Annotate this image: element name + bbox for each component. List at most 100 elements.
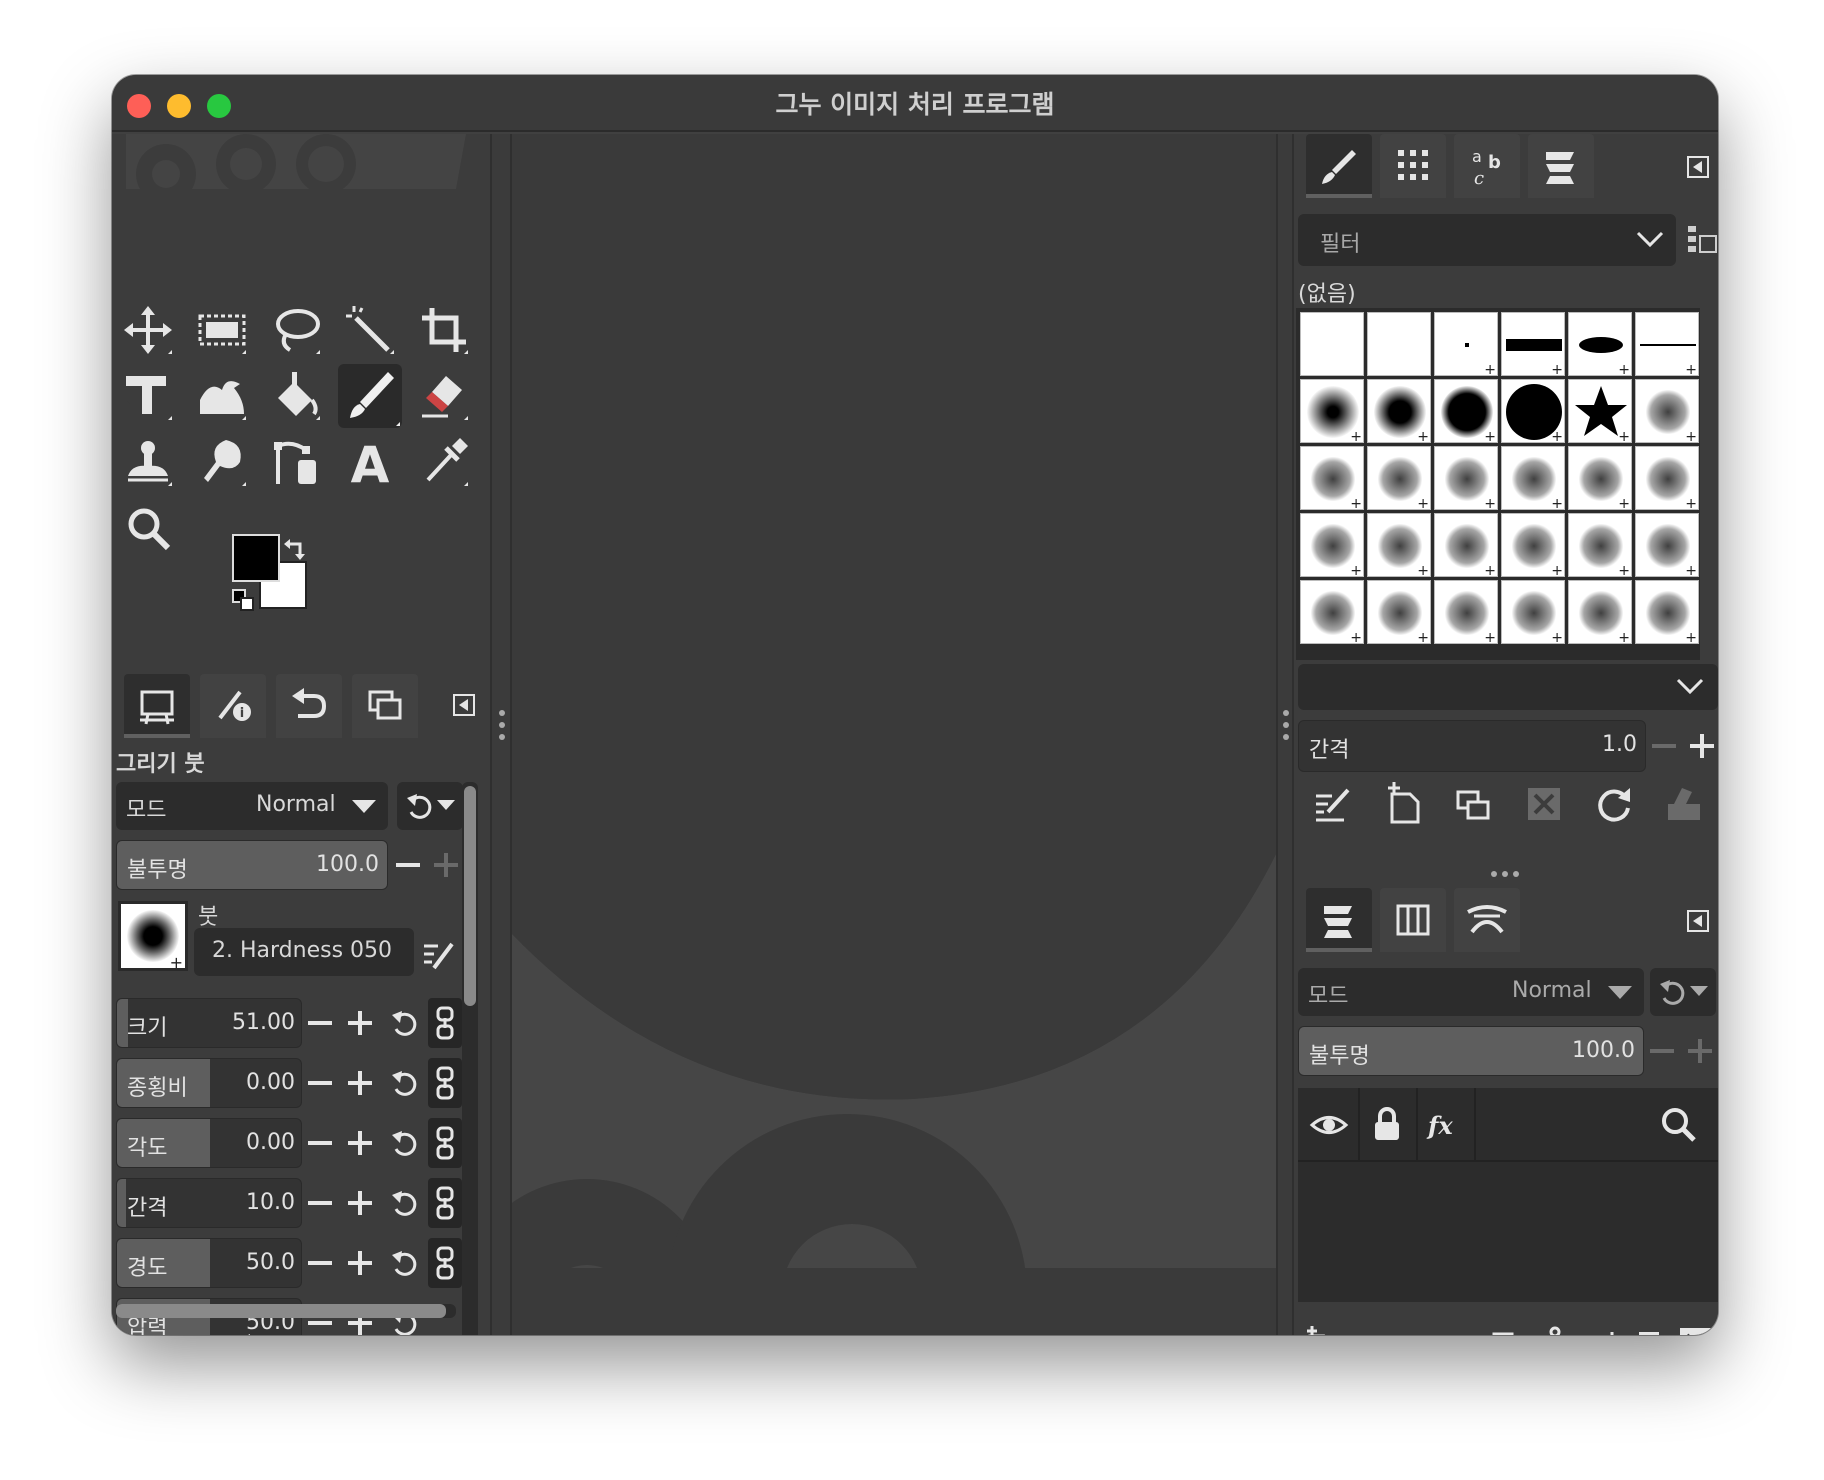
brush-view-dropdown[interactable] — [1298, 664, 1718, 710]
fx-icon[interactable]: fx — [1420, 1100, 1470, 1150]
tab-patterns[interactable] — [1380, 134, 1446, 198]
brush-thumbnail[interactable]: + — [1635, 446, 1699, 512]
tab-device-status[interactable]: i — [200, 674, 266, 738]
tab-tool-presets[interactable] — [1528, 134, 1594, 198]
brush-thumbnail[interactable]: + — [1434, 312, 1498, 378]
mode-dropdown[interactable]: 모드 Normal — [116, 782, 388, 830]
brush-thumbnail[interactable] — [1367, 312, 1431, 376]
brush-thumbnail[interactable]: + — [1434, 446, 1498, 512]
dock-resize-handle[interactable] — [1490, 870, 1520, 878]
reset-icon[interactable] — [386, 1239, 422, 1287]
new-brush-icon[interactable] — [1380, 780, 1428, 828]
eraser-icon[interactable] — [418, 370, 470, 422]
increase-button[interactable] — [342, 1119, 378, 1167]
zoom-tool-icon[interactable] — [122, 502, 174, 554]
option-slider[interactable]: 크기 51.00 — [116, 998, 302, 1048]
foreground-color-swatch[interactable] — [232, 534, 280, 582]
save-options-icon[interactable] — [138, 1328, 186, 1335]
left-dock-separator[interactable] — [490, 134, 512, 1335]
mode-reset-dropdown[interactable] — [397, 782, 463, 830]
brush-thumbnail[interactable]: + — [1568, 379, 1632, 445]
tab-layers[interactable] — [1306, 888, 1372, 952]
brushes-panel-menu-icon[interactable] — [1686, 154, 1712, 180]
reset-options-icon[interactable] — [412, 1328, 460, 1335]
brush-thumbnail[interactable]: + — [1300, 513, 1364, 579]
fuzzy-select-icon[interactable] — [344, 304, 396, 356]
brush-thumbnail[interactable]: + — [1367, 513, 1431, 579]
rect-select-icon[interactable] — [196, 304, 248, 356]
decrease-button[interactable] — [302, 1059, 338, 1107]
brush-thumbnail[interactable]: + — [1501, 379, 1565, 445]
layer-mode-dropdown[interactable]: 모드 Normal — [1298, 968, 1644, 1016]
brush-thumbnail[interactable]: + — [1367, 446, 1431, 512]
reset-colors-icon[interactable] — [232, 589, 256, 613]
decrease-button[interactable] — [302, 1179, 338, 1227]
option-slider[interactable]: 간격 10.0 — [116, 1178, 302, 1228]
link-chain-icon[interactable] — [428, 998, 462, 1048]
unified-transform-icon[interactable] — [122, 370, 174, 422]
link-chain-icon[interactable] — [428, 1118, 462, 1168]
brush-thumbnail[interactable]: + — [1568, 580, 1632, 646]
panel-menu-icon[interactable] — [452, 692, 478, 718]
brush-thumbnail[interactable]: + — [1635, 379, 1699, 445]
brush-thumbnail[interactable]: + — [1367, 580, 1431, 646]
brush-thumbnail[interactable]: + — [1501, 312, 1565, 378]
crop-icon[interactable] — [418, 304, 470, 356]
tool-options-vscroll[interactable] — [462, 782, 478, 1335]
edit-brush-icon[interactable] — [420, 930, 456, 978]
empty-image-canvas[interactable] — [512, 134, 1276, 1268]
tag-edit-icon[interactable] — [1686, 222, 1718, 258]
brush-thumbnail[interactable]: + — [1501, 446, 1565, 512]
right-dock-separator[interactable] — [1276, 134, 1294, 1335]
tab-brushes[interactable] — [1306, 134, 1372, 198]
tab-images[interactable] — [352, 674, 418, 738]
brush-thumbnail[interactable]: + — [1367, 379, 1431, 445]
tab-fonts[interactable]: abc — [1454, 134, 1520, 198]
link-chain-icon[interactable] — [428, 1238, 462, 1288]
layers-list[interactable] — [1298, 1162, 1718, 1302]
paintbrush-tool-icon[interactable] — [338, 364, 402, 428]
brush-thumbnail[interactable] — [1300, 312, 1364, 376]
delete-layer-icon[interactable] — [1676, 1324, 1716, 1335]
paths-icon[interactable] — [270, 436, 322, 488]
layers-panel-menu-icon[interactable] — [1686, 908, 1712, 934]
brush-thumbnail[interactable]: + — [1568, 312, 1632, 378]
reset-icon[interactable] — [386, 1059, 422, 1107]
brush-thumbnail[interactable]: + — [1635, 580, 1699, 646]
bucket-fill-icon[interactable] — [270, 370, 322, 422]
free-select-icon[interactable] — [270, 304, 322, 356]
increase-button[interactable] — [342, 1179, 378, 1227]
edit-brush-button-icon[interactable] — [1310, 780, 1358, 828]
link-chain-icon[interactable] — [428, 1178, 462, 1228]
refresh-brushes-icon[interactable] — [1590, 780, 1638, 828]
brush-thumbnail[interactable]: + — [1635, 312, 1699, 378]
merge-layer-icon[interactable] — [1582, 1324, 1622, 1335]
increase-button[interactable] — [342, 1239, 378, 1287]
clone-icon[interactable] — [122, 436, 174, 488]
vscroll-thumb[interactable] — [464, 786, 476, 1006]
color-picker-icon[interactable] — [418, 436, 470, 488]
brush-thumbnail[interactable]: + — [1568, 446, 1632, 512]
option-slider[interactable]: 경도 50.0 — [116, 1238, 302, 1288]
new-layer-group-icon[interactable] — [1347, 1324, 1387, 1335]
brush-spacing-slider[interactable]: 간격 1.0 — [1298, 720, 1646, 772]
duplicate-brush-icon[interactable] — [1450, 780, 1498, 828]
brush-name-field[interactable]: 2. Hardness 050 — [194, 928, 414, 976]
text-tool-icon[interactable]: A — [344, 436, 396, 488]
layer-opacity-slider[interactable]: 불투명 100.0 — [1298, 1026, 1644, 1076]
swap-colors-icon[interactable] — [282, 538, 306, 562]
search-icon[interactable] — [1654, 1100, 1704, 1150]
brush-thumbnail[interactable]: + — [1434, 379, 1498, 445]
new-layer-icon[interactable] — [1300, 1324, 1340, 1335]
brush-filter-input[interactable]: 필터 — [1298, 214, 1676, 266]
increase-button[interactable] — [342, 1059, 378, 1107]
tab-channels[interactable] — [1380, 888, 1446, 952]
increase-button[interactable] — [342, 999, 378, 1047]
smudge-icon[interactable] — [196, 436, 248, 488]
decrease-button[interactable] — [302, 1239, 338, 1287]
delete-options-icon[interactable] — [322, 1328, 370, 1335]
tool-options-hscroll[interactable] — [116, 1304, 456, 1318]
link-chain-icon[interactable] — [428, 1058, 462, 1108]
tab-tool-options[interactable] — [124, 674, 190, 738]
brush-thumbnail[interactable]: + — [1568, 513, 1632, 579]
